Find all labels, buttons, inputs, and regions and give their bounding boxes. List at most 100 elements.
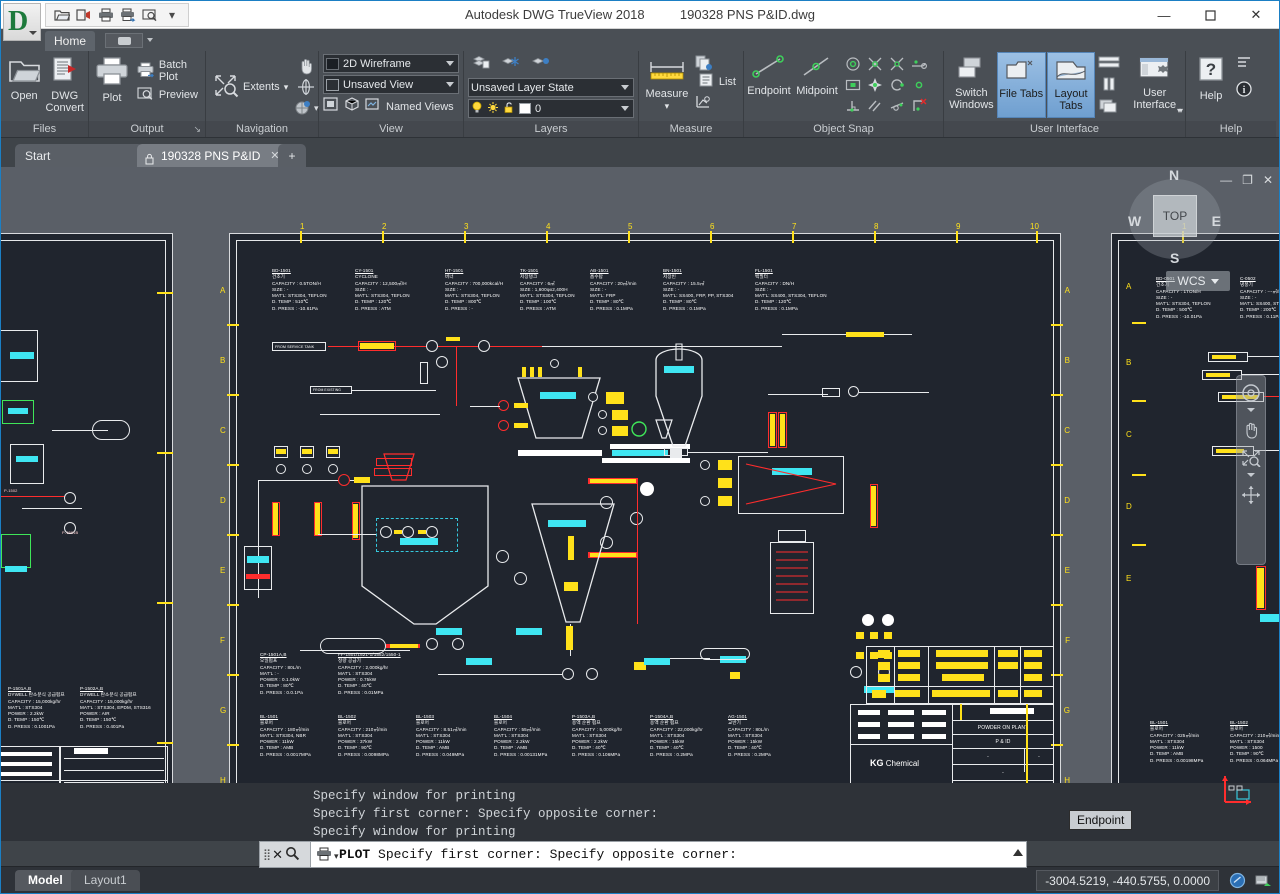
navigation-bar[interactable]: [1236, 375, 1266, 565]
open-button[interactable]: Open: [5, 53, 43, 102]
chevron-down-icon[interactable]: ▾: [665, 100, 670, 112]
file-tab-start[interactable]: Start: [15, 144, 143, 168]
ribbon-tab-home[interactable]: Home: [45, 31, 95, 51]
user-interface-button[interactable]: User Interface ▾: [1127, 52, 1182, 115]
plot-icon[interactable]: [96, 5, 116, 25]
minimize-button[interactable]: —: [1141, 1, 1187, 29]
maximize-button[interactable]: [1187, 1, 1233, 29]
help-button[interactable]: ? Help: [1191, 53, 1231, 102]
document-restore-button[interactable]: ❐: [1242, 173, 1253, 187]
dwg-convert-button[interactable]: DWG Convert: [45, 53, 84, 114]
layer-freeze-icon[interactable]: [501, 55, 520, 75]
chevron-down-icon[interactable]: [1247, 408, 1255, 412]
layer-unlock-icon[interactable]: [503, 101, 515, 117]
cad-sheet-main[interactable]: 1 2 3 4 5 6 7 8 9 10 1 3 5 7 9: [220, 222, 1070, 830]
orbit-icon[interactable]: [293, 77, 319, 97]
named-views-icon[interactable]: [365, 97, 381, 116]
document-close-button[interactable]: ✕: [1263, 173, 1273, 187]
zoom-extents-button[interactable]: Extents ▾: [210, 71, 291, 102]
pan-icon[interactable]: [1238, 417, 1264, 443]
osnap-perpendicular-icon[interactable]: [842, 95, 864, 116]
osnap-insertion-icon[interactable]: [842, 74, 864, 95]
preview-icon[interactable]: [140, 5, 160, 25]
layout1-tab[interactable]: Layout1: [71, 870, 140, 891]
viewport-config-icon[interactable]: [323, 97, 339, 116]
osnap-apparent-intersection-icon[interactable]: [886, 53, 908, 74]
plot-button[interactable]: Plot: [93, 53, 131, 104]
osnap-quadrant-icon[interactable]: [886, 74, 908, 95]
preview-button[interactable]: Preview: [134, 85, 201, 105]
osnap-center-icon[interactable]: [842, 53, 864, 74]
layer-off-icon[interactable]: [531, 55, 550, 75]
layer-state-combo[interactable]: Unsaved Layer State: [468, 78, 634, 97]
command-search-icon[interactable]: [285, 846, 300, 864]
osnap-parallel-icon[interactable]: [864, 95, 886, 116]
osnap-node-icon[interactable]: [864, 74, 886, 95]
workspace-chevron-down-icon[interactable]: [147, 38, 153, 42]
chevron-down-icon[interactable]: [621, 106, 629, 111]
osnap-none-icon[interactable]: [908, 95, 930, 116]
view-cube[interactable]: N S W E TOP: [1127, 167, 1223, 267]
chevron-down-icon[interactable]: ▾: [284, 82, 289, 93]
steering-wheel-icon[interactable]: [1238, 380, 1264, 406]
chevron-down-icon[interactable]: [446, 61, 454, 66]
qat-dropdown-icon[interactable]: ▾: [162, 5, 182, 25]
switch-windows-button[interactable]: Switch Windows ▾: [947, 52, 1183, 115]
layer-color-swatch[interactable]: [519, 103, 531, 114]
annotation-scale-icon[interactable]: [1253, 871, 1273, 890]
drawing-area[interactable]: — ❐ ✕ P-1502 P-1501B P-1501A,B DYWELL 탄소…: [1, 167, 1279, 839]
chevron-down-icon[interactable]: ▾: [334, 851, 339, 862]
status-bar-icon[interactable]: [1098, 77, 1120, 96]
file-tab-new[interactable]: +: [278, 144, 306, 168]
command-close-icon[interactable]: ✕: [272, 847, 283, 863]
cascade-icon[interactable]: [1098, 99, 1120, 118]
chevron-down-icon[interactable]: [446, 82, 454, 87]
osnap-tangent-icon[interactable]: [886, 95, 908, 116]
list-button[interactable]: List: [695, 73, 739, 91]
osnap-nearest-icon[interactable]: [908, 74, 930, 95]
edrawing-icon[interactable]: [74, 5, 94, 25]
command-line-handle[interactable]: ⣿ ✕: [259, 841, 311, 868]
view-cube-top-face[interactable]: TOP: [1153, 195, 1197, 237]
batch-plot-icon[interactable]: [118, 5, 138, 25]
osnap-extension-icon[interactable]: [908, 53, 930, 74]
layer-properties-icon[interactable]: [472, 55, 490, 75]
workspace-switcher[interactable]: [105, 33, 143, 48]
chevron-down-icon[interactable]: ▾: [1177, 105, 1181, 117]
help-list-icon[interactable]: [1235, 55, 1253, 71]
about-info-icon[interactable]: i: [1235, 81, 1253, 97]
ucs-selector[interactable]: WCS: [1166, 271, 1230, 291]
command-app-icon-group[interactable]: ▾: [316, 847, 339, 866]
view-cube-north-label[interactable]: N: [1169, 167, 1179, 183]
view-cube-east-label[interactable]: E: [1212, 213, 1221, 229]
layer-thaw-sun-icon[interactable]: [487, 101, 499, 117]
osnap-intersection-icon[interactable]: [864, 53, 886, 74]
isometric-icon[interactable]: [344, 97, 360, 116]
view-cube-south-label[interactable]: S: [1170, 250, 1179, 266]
file-tabs-button[interactable]: File Tabs: [996, 52, 1046, 118]
copy-clip-icon[interactable]: [695, 54, 721, 72]
osnap-endpoint-button[interactable]: Endpoint: [746, 52, 792, 97]
coordinates-display[interactable]: -3004.5219, -440.5755, 0.0000: [1036, 870, 1219, 891]
layer-combo[interactable]: 0: [468, 99, 634, 118]
open-icon[interactable]: [52, 5, 72, 25]
zoom-icon[interactable]: [1238, 445, 1264, 471]
command-line-icon[interactable]: [1098, 55, 1120, 74]
application-menu-button[interactable]: D: [3, 3, 41, 41]
measure-button[interactable]: Measure ▾: [643, 53, 691, 112]
view-combo[interactable]: Unsaved View: [323, 75, 459, 94]
panel-dialog-launcher-icon[interactable]: ↘: [193, 121, 201, 137]
drag-grip-icon[interactable]: ⣿: [263, 848, 271, 861]
pan-hand-icon[interactable]: [293, 56, 319, 76]
command-expand-icon[interactable]: [1013, 849, 1023, 856]
cad-canvas[interactable]: P-1502 P-1501B P-1501A,B DYWELL 탄소분식 공급펌…: [1, 193, 1279, 830]
view-cube-west-label[interactable]: W: [1128, 213, 1141, 229]
orbit-icon[interactable]: [1238, 482, 1264, 508]
area-icon[interactable]: [695, 92, 721, 110]
chevron-down-icon[interactable]: [621, 85, 629, 90]
chevron-down-icon[interactable]: [1247, 473, 1255, 477]
chevron-down-icon[interactable]: [1210, 278, 1219, 284]
osnap-midpoint-button[interactable]: Midpoint: [794, 52, 840, 97]
batch-plot-button[interactable]: Batch Plot: [134, 59, 201, 83]
customization-icon[interactable]: [1227, 871, 1247, 890]
